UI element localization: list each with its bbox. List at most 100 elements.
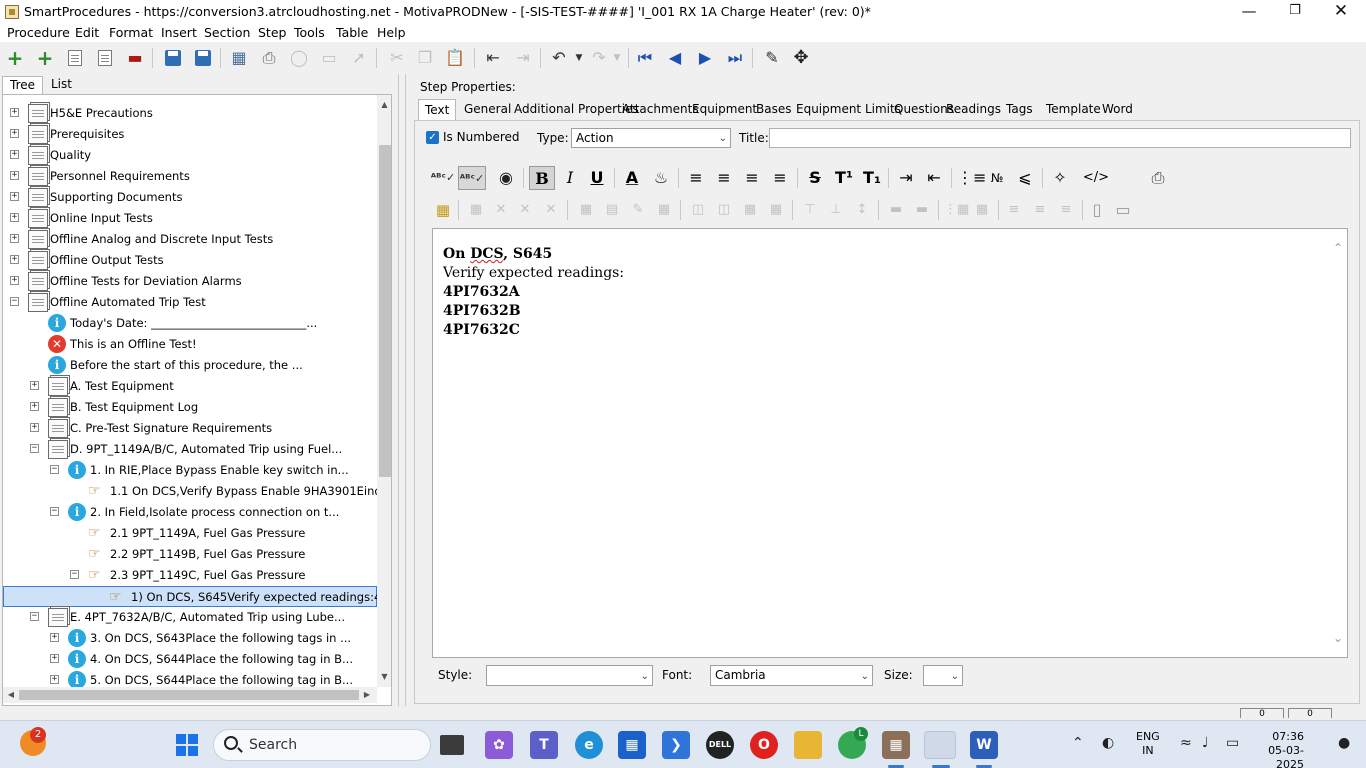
expand-icon[interactable]: + xyxy=(10,213,19,222)
expand-icon[interactable]: + xyxy=(50,654,59,663)
menu-format[interactable]: Format xyxy=(109,25,153,40)
collapse-icon[interactable]: − xyxy=(10,297,19,306)
tab-readings[interactable]: Readings xyxy=(940,99,1007,121)
auto-spell-check-icon[interactable]: ᴬᴮᶜ✓ xyxy=(458,166,486,190)
tree-node[interactable]: − E. 4PT_7632A/B/C, Automated Trip using … xyxy=(3,607,377,628)
print-icon[interactable]: ⎙ xyxy=(258,47,280,69)
expand-icon[interactable]: + xyxy=(10,171,19,180)
menu-section[interactable]: Section xyxy=(204,25,250,40)
last-icon[interactable]: ⏭ xyxy=(724,47,746,69)
expand-icon[interactable]: + xyxy=(30,423,39,432)
tab-list[interactable]: List xyxy=(44,76,79,94)
edge-icon[interactable]: e xyxy=(575,731,603,759)
menu-tools[interactable]: Tools xyxy=(294,25,325,40)
tree-node[interactable]: ✕ This is an Offline Test! xyxy=(3,334,377,355)
tree-node[interactable]: − i 1. In RIE,Place Bypass Enable key swit… xyxy=(3,460,377,481)
expand-icon[interactable]: + xyxy=(10,150,19,159)
tree-node[interactable]: + Personnel Requirements xyxy=(3,166,377,187)
undo-icon[interactable]: ↶ xyxy=(548,47,570,69)
tree-node[interactable]: − Offline Automated Trip Test xyxy=(3,292,377,313)
redo-dropdown-icon[interactable]: ▼ xyxy=(606,47,628,69)
file-explorer-icon[interactable] xyxy=(794,731,822,759)
redirect-icon[interactable]: ➚ xyxy=(348,47,370,69)
minimize-button[interactable]: — xyxy=(1226,0,1272,24)
next-icon[interactable]: ▶ xyxy=(694,47,716,69)
numbered-list-icon[interactable]: № xyxy=(985,166,1009,190)
justify-icon[interactable]: ≡ xyxy=(768,166,792,190)
collapse-icon[interactable]: − xyxy=(70,570,79,579)
italic-button[interactable]: I xyxy=(558,166,582,190)
is-numbered-checkbox[interactable]: ✓ xyxy=(426,131,439,144)
add-child-icon[interactable]: + xyxy=(34,47,56,69)
tree-node[interactable]: + i 5. On DCS, S644Place the following tag… xyxy=(3,670,377,687)
expand-icon[interactable]: + xyxy=(10,234,19,243)
vertical-bar-icon[interactable]: ▯ xyxy=(1086,198,1108,222)
save-all-icon[interactable] xyxy=(192,47,214,69)
scroll-up-icon[interactable]: ▲ xyxy=(377,97,391,113)
chevron-up-icon[interactable]: ⌃ xyxy=(1333,241,1343,255)
type-select[interactable]: Action ⌄ xyxy=(571,128,731,148)
maximize-button[interactable]: ❐ xyxy=(1272,0,1318,24)
power-automate-icon[interactable]: ❯ xyxy=(662,731,690,759)
menu-table[interactable]: Table xyxy=(336,25,368,40)
taskbar-search[interactable]: Search xyxy=(213,729,431,761)
dell-icon[interactable]: DELL xyxy=(706,731,734,759)
insert-table-icon[interactable]: ▦ xyxy=(432,198,454,222)
notification-bell-icon[interactable]: ● xyxy=(1338,735,1350,751)
add-icon[interactable]: + xyxy=(4,47,26,69)
tree-node[interactable]: ☞ 2.2 9PT_1149B, Fuel Gas Pressure xyxy=(3,544,377,565)
tree-node[interactable]: + B. Test Equipment Log xyxy=(3,397,377,418)
editor-content[interactable]: On DCS, S645 Verify expected readings: 4… xyxy=(443,245,624,340)
windows-start-icon[interactable] xyxy=(176,734,198,756)
close-button[interactable]: ✕ xyxy=(1318,0,1364,24)
delete-icon[interactable]: ▬ xyxy=(124,47,146,69)
html-source-icon[interactable]: </> xyxy=(1082,166,1110,190)
horizontal-rule-icon[interactable]: ⩽ xyxy=(1013,166,1037,190)
menu-procedure[interactable]: Procedure xyxy=(7,25,70,40)
expand-icon[interactable]: + xyxy=(30,381,39,390)
print-preview-icon[interactable]: ⎙ xyxy=(1146,166,1170,190)
misspelled-word[interactable]: DCS xyxy=(470,246,503,262)
expand-icon[interactable]: + xyxy=(50,633,59,642)
align-left-icon[interactable]: ≡ xyxy=(684,166,708,190)
bold-button[interactable]: B xyxy=(529,166,555,190)
tree-node[interactable]: + H5&E Precautions xyxy=(3,103,377,124)
opera-icon[interactable]: O xyxy=(750,731,778,759)
title-input[interactable] xyxy=(769,128,1351,148)
subscript-button[interactable]: T₁ xyxy=(859,166,885,190)
outdent-icon[interactable]: ⇤ xyxy=(482,47,504,69)
highlight-color-icon[interactable]: ♨ xyxy=(648,166,674,190)
tree-vertical-scroll-thumb[interactable] xyxy=(379,145,391,477)
tree-node[interactable]: + i 4. On DCS, S644Place the following tag… xyxy=(3,649,377,670)
spellcheck-icon[interactable]: ✎ xyxy=(761,47,783,69)
teams-icon[interactable]: T xyxy=(530,731,558,759)
style-select[interactable]: ⌄ xyxy=(486,665,653,686)
wifi-icon[interactable]: ≈ xyxy=(1180,735,1192,751)
export-icon[interactable]: ▦ xyxy=(228,47,250,69)
strikethrough-button[interactable]: S xyxy=(803,166,827,190)
expand-icon[interactable]: + xyxy=(30,402,39,411)
first-icon[interactable]: ⏮ xyxy=(634,47,656,69)
tab-tags[interactable]: Tags xyxy=(1000,99,1039,121)
copilot-icon[interactable]: ✿ xyxy=(485,731,513,759)
volume-icon[interactable]: ♩ xyxy=(1202,735,1209,751)
menu-step[interactable]: Step xyxy=(258,25,286,40)
align-center-icon[interactable]: ≡ xyxy=(712,166,736,190)
collapse-icon[interactable]: − xyxy=(50,465,59,474)
copy-icon[interactable]: ❐ xyxy=(414,47,436,69)
collapse-icon[interactable]: − xyxy=(50,507,59,516)
window-icon[interactable]: ▭ xyxy=(318,47,340,69)
tree-node[interactable]: i Before the start of this procedure, the… xyxy=(3,355,377,376)
tree-node[interactable]: − D. 9PT_1149A/B/C, Automated Trip using … xyxy=(3,439,377,460)
globe-icon[interactable]: ◉ xyxy=(494,166,518,190)
align-right-icon[interactable]: ≡ xyxy=(740,166,764,190)
expand-icon[interactable]: + xyxy=(10,276,19,285)
tree-node[interactable]: + i 3. On DCS, S643Place the following tag… xyxy=(3,628,377,649)
tree-node[interactable]: + Supporting Documents xyxy=(3,187,377,208)
expand-icon[interactable]: + xyxy=(50,675,59,684)
chevron-down-icon[interactable]: ⌄ xyxy=(1333,631,1343,645)
expand-icon[interactable]: + xyxy=(10,129,19,138)
battery-icon[interactable]: ▭ xyxy=(1226,735,1239,751)
bullet-list-icon[interactable]: ⋮≡ xyxy=(957,166,986,190)
tree-node[interactable]: + A. Test Equipment xyxy=(3,376,377,397)
